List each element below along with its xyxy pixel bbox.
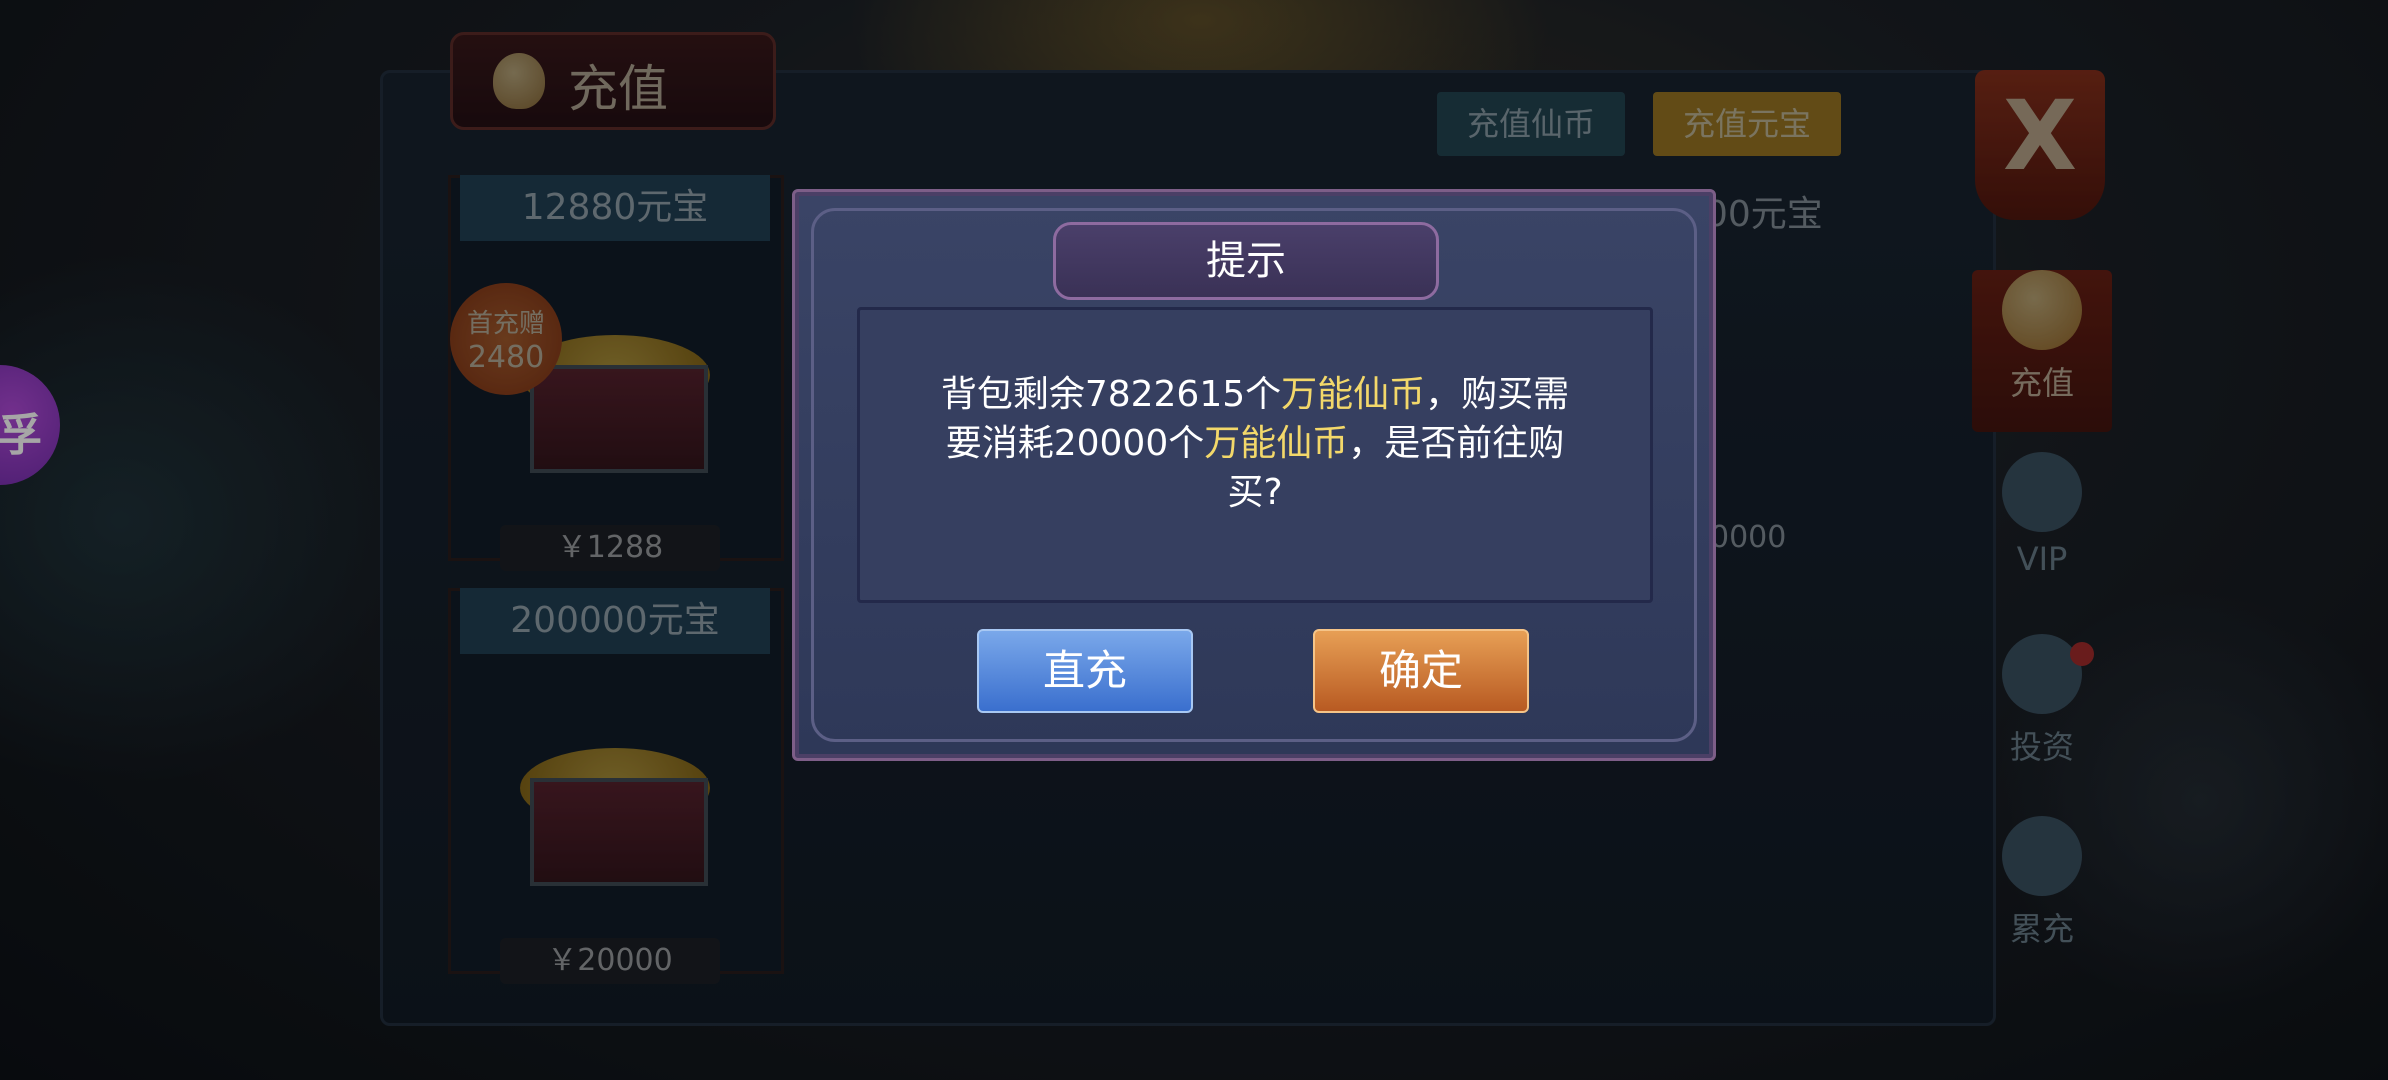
dialog-message: 背包剩余7822615个万能仙币，购买需要消耗20000个万能仙币，是否前往购买…: [940, 370, 1570, 517]
message-highlight: 万能仙币: [1281, 374, 1426, 415]
confirm-dialog: 提示 背包剩余7822615个万能仙币，购买需要消耗20000个万能仙币，是否前…: [792, 189, 1716, 761]
message-highlight: 万能仙币: [1204, 423, 1349, 464]
direct-recharge-button[interactable]: 直充: [977, 629, 1193, 713]
message-text: 背包剩余7822615个: [940, 374, 1282, 415]
dialog-message-box: 背包剩余7822615个万能仙币，购买需要消耗20000个万能仙币，是否前往购买…: [857, 307, 1653, 603]
confirm-button[interactable]: 确定: [1313, 629, 1529, 713]
dialog-title: 提示: [1053, 222, 1439, 300]
